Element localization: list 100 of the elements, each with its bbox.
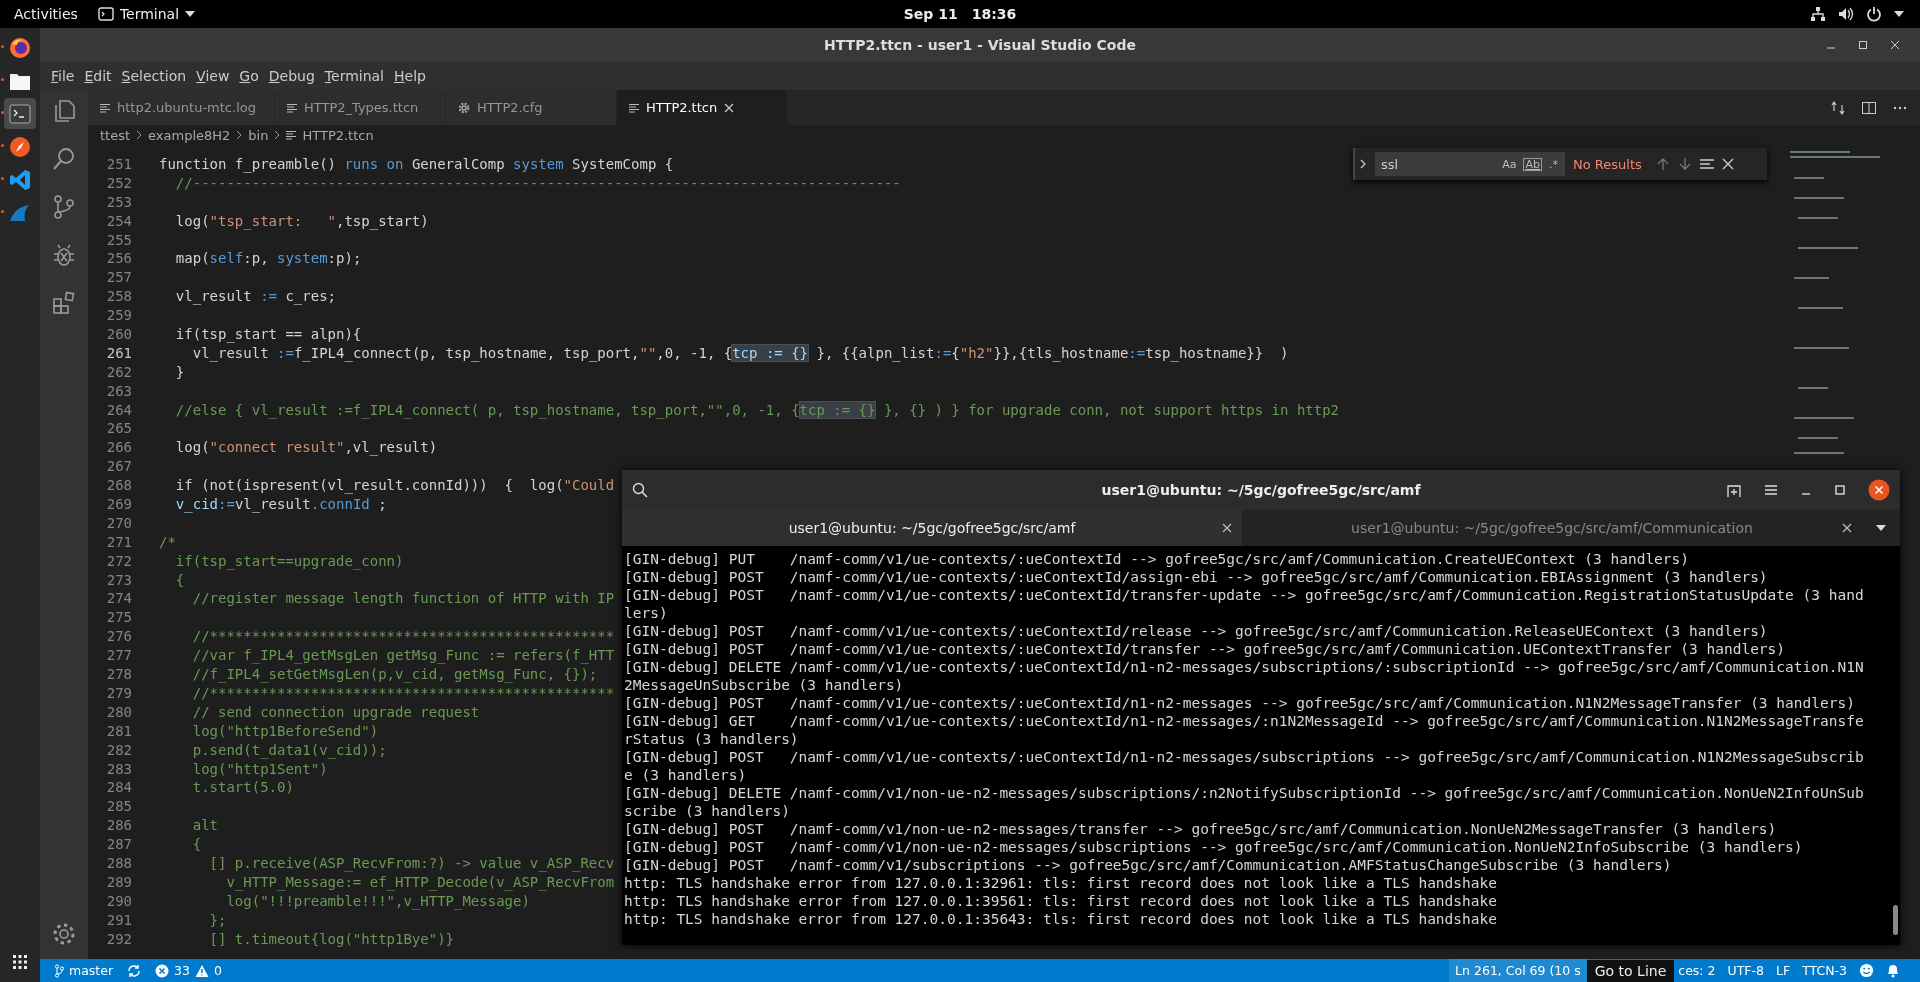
terminal-line: http: TLS handshake error from 127.0.0.1:39561: tls: first record does not look like a TLS handshake [624, 892, 1498, 910]
line-number: 285 [105, 797, 132, 817]
menu-item[interactable]: Help [389, 68, 431, 84]
terminal-tab[interactable]: user1@ubuntu: ~/5gc/gofree5gc/src/amf [622, 510, 1242, 546]
terminal-line: e (3 handlers) [624, 766, 748, 784]
menu-item[interactable]: Debug [263, 68, 320, 84]
find-option-toggle[interactable]: Aa [1501, 157, 1518, 171]
menu-item[interactable]: Selection [116, 68, 192, 84]
terminal-line: scribe (3 handlers) [624, 802, 791, 820]
line-number: 277 [105, 646, 132, 666]
line-number: 272 [105, 551, 132, 571]
tooltip: Go to Line [1586, 960, 1675, 982]
code-line: }; [208, 910, 227, 930]
power-icon[interactable] [1866, 6, 1882, 22]
problems-indicator[interactable]: 33 0 [155, 963, 222, 978]
extensions-icon[interactable] [51, 290, 77, 316]
caret-icon[interactable] [1894, 11, 1904, 17]
app-menu[interactable]: Terminal [119, 6, 180, 22]
code-line: log("http1BeforeSend") [191, 721, 379, 741]
line-number: 271 [105, 532, 132, 552]
line-number: 262 [105, 362, 132, 382]
code-line: //------------------------------------------------------------------------------------ [174, 173, 901, 193]
close-button[interactable] [1868, 479, 1890, 501]
code-line: // send connection upgrade request [191, 702, 480, 722]
app-grid-icon[interactable] [12, 954, 28, 970]
scrollbar-thumb[interactable] [1893, 905, 1898, 935]
line-number: 256 [105, 249, 132, 269]
lines-icon [100, 102, 110, 113]
search-icon[interactable] [51, 146, 77, 172]
find-input[interactable]: ssl Aa Ab .* [1375, 152, 1565, 176]
menu-icon[interactable] [1764, 484, 1778, 496]
split-editor-icon[interactable] [1861, 99, 1877, 116]
selection-icon[interactable] [1699, 158, 1714, 170]
close-icon[interactable] [1721, 158, 1734, 170]
close-icon[interactable] [1222, 523, 1232, 533]
close-button[interactable] [1890, 40, 1900, 50]
breadcrumb-item[interactable]: bin [248, 127, 269, 143]
network-icon[interactable] [1810, 6, 1826, 22]
editor-tab[interactable]: HTTP2.cfg [445, 90, 617, 125]
menu-item[interactable]: File [46, 68, 80, 84]
menu-item[interactable]: View [191, 68, 235, 84]
editor-tab[interactable]: HTTP2.ttcn [616, 90, 788, 125]
code-line: /* [159, 532, 176, 552]
maximize-button[interactable] [1858, 40, 1868, 50]
line-number: 276 [105, 627, 132, 647]
up-arrow-icon[interactable] [1655, 157, 1670, 171]
window-title: user1@ubuntu: ~/5gc/gofree5gc/src/amf [1101, 482, 1421, 498]
bell-icon[interactable] [1886, 963, 1900, 978]
line-number: 264 [105, 400, 132, 420]
branch-icon[interactable] [51, 194, 77, 220]
activities-button[interactable]: Activities [14, 6, 78, 22]
code-line: log("tsp_start: ",tsp_start) [174, 211, 429, 231]
date-label[interactable]: Sep 11 [903, 6, 958, 22]
close-icon[interactable] [724, 102, 735, 113]
bug-icon[interactable] [51, 242, 77, 268]
code-line: log("http1Sent") [191, 759, 328, 779]
menu-item[interactable]: Go [234, 68, 264, 84]
chevron-icon [274, 130, 281, 140]
line-number: 289 [105, 872, 132, 892]
language-indicator[interactable]: TTCN-3 [1802, 963, 1847, 978]
time-label[interactable]: 18:36 [971, 6, 1017, 22]
indentation-indicator[interactable]: ces: 2 [1678, 963, 1716, 978]
menu-item[interactable]: Terminal [319, 68, 389, 84]
settings-icon[interactable] [51, 921, 77, 947]
search-icon[interactable] [632, 482, 648, 498]
breadcrumb-item[interactable]: example8H2 [148, 127, 231, 143]
breadcrumb-item[interactable]: ttest [100, 127, 131, 143]
chevron-icon [136, 130, 143, 140]
chevron-icon [236, 130, 243, 140]
down-arrow-icon[interactable] [1677, 157, 1692, 171]
gear-icon [457, 101, 470, 114]
compass-icon [9, 135, 31, 158]
volume-icon[interactable] [1838, 6, 1854, 22]
chevron-icon[interactable] [1359, 158, 1367, 170]
editor-tab[interactable]: http2.ubuntu-mtc.log [88, 90, 275, 125]
terminal-line: [GIN-debug] POST /namf-comm/v1/ue-contexts/:ueContextId/n1-n2-messages --> gofree5gc/src/amf/Communication.N1N2MessageTransfer (3 handlers) [624, 694, 1856, 712]
line-ending-indicator[interactable]: LF [1775, 963, 1791, 978]
encoding-indicator[interactable]: UTF-8 [1727, 963, 1764, 978]
sync-icon[interactable] [127, 963, 142, 978]
code-line: //else { vl_result :=f_IPL4_connect( p, tsp_hostname, tsp_port,"",0, -1, {tcp := {} }, {} ) } for upgrade conn, not support https in http2 [174, 400, 1340, 420]
line-number: 260 [105, 325, 132, 344]
compare-icon[interactable] [1830, 99, 1846, 116]
breadcrumb-item[interactable]: HTTP2.ttcn [302, 127, 374, 143]
code-line: t.start(5.0) [191, 778, 294, 798]
caret-icon[interactable] [1876, 525, 1886, 531]
smiley-icon[interactable] [1859, 963, 1874, 978]
terminal-line: [GIN-debug] POST /namf-comm/v1/ue-contexts/:ueContextId/release --> gofree5gc/src/amf/Communication.ReleaseUEContext (3 handlers) [624, 622, 1769, 640]
terminal-tab[interactable]: user1@ubuntu: ~/5gc/gofree5gc/src/amf/Communication [1242, 510, 1862, 546]
find-option-toggle[interactable]: .* [1548, 157, 1559, 171]
line-number: 288 [105, 853, 132, 873]
cursor-position[interactable]: Ln 261, Col 69 (10 s [1449, 959, 1587, 982]
code-line: //var f_IPL4_getMsgLen getMsg_Func := refers(f_HTT [191, 646, 615, 666]
menu-item[interactable]: Edit [79, 68, 117, 84]
find-option-toggle[interactable]: Ab [1523, 157, 1542, 171]
new-tab-icon[interactable] [1726, 482, 1742, 498]
close-icon[interactable] [1842, 523, 1852, 533]
maximize-button[interactable] [1834, 484, 1846, 496]
branch-indicator[interactable]: master [54, 963, 114, 978]
terminal-line: [GIN-debug] POST /namf-comm/v1/subscriptions --> gofree5gc/src/amf/Communication.AMFStatusChangeSubscribe (3 handlers) [624, 856, 1673, 874]
editor-tab[interactable]: HTTP2_Types.ttcn [274, 90, 446, 125]
